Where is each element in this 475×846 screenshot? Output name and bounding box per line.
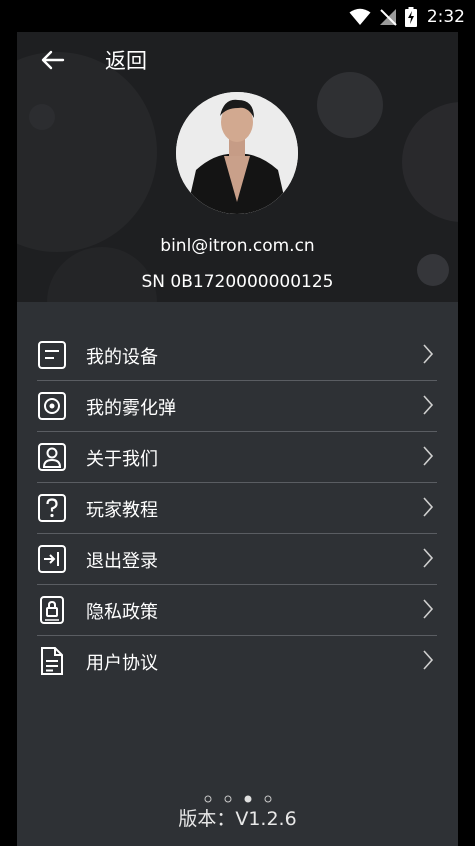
menu-item-about-us[interactable]: 关于我们	[37, 432, 437, 483]
menu-label: 我的设备	[86, 347, 158, 368]
agreement-icon	[41, 647, 63, 675]
avatar-photo	[176, 92, 298, 214]
menu-item-user-agreement[interactable]: 用户协议	[37, 636, 437, 686]
version-label: 版本：V1.2.6	[178, 808, 297, 830]
menu-label: 退出登录	[86, 551, 158, 572]
no-signal-icon	[379, 9, 397, 26]
status-time: 2:32	[426, 7, 465, 27]
help-icon	[38, 494, 66, 522]
device-icon	[38, 341, 66, 369]
profile-panel: 返回 binl@itron.com.cn SN 0B1720000000125 …	[17, 32, 458, 846]
menu-label: 玩家教程	[86, 500, 158, 521]
profile-header: 返回 binl@itron.com.cn SN 0B1720000000125	[17, 32, 458, 302]
about-icon	[38, 443, 66, 471]
menu-item-my-atomizer[interactable]: 我的雾化弹	[37, 381, 437, 432]
back-label[interactable]: 返回	[105, 45, 147, 75]
chevron-right-icon	[423, 497, 434, 517]
chevron-right-icon	[423, 650, 434, 670]
menu-item-player-tutorial[interactable]: 玩家教程	[37, 483, 437, 534]
logout-icon	[38, 545, 66, 573]
chevron-right-icon	[423, 395, 434, 415]
atomizer-icon	[38, 392, 66, 420]
menu-label: 关于我们	[86, 449, 158, 470]
menu-label: 我的雾化弹	[86, 398, 176, 419]
menu-item-privacy-policy[interactable]: 隐私政策	[37, 585, 437, 636]
privacy-icon	[40, 596, 64, 624]
user-email: binl@itron.com.cn	[160, 236, 315, 256]
decor-bubble	[29, 104, 55, 130]
back-button[interactable]	[35, 42, 71, 78]
chevron-right-icon	[423, 548, 434, 568]
wifi-icon	[349, 8, 371, 25]
decor-bubble	[317, 72, 383, 138]
chevron-right-icon	[423, 599, 434, 619]
status-bar: 2:32	[0, 0, 475, 32]
chevron-right-icon	[423, 446, 434, 466]
menu-label: 用户协议	[86, 653, 158, 674]
avatar[interactable]	[176, 92, 298, 214]
settings-menu: 我的设备 我的雾化弹 关于我们 玩家教程 退出登录 隐私政策 用户协议	[37, 330, 437, 686]
menu-item-logout[interactable]: 退出登录	[37, 534, 437, 585]
device-serial: SN 0B1720000000125	[141, 272, 334, 292]
decor-bubble	[17, 52, 157, 252]
decor-bubble	[402, 102, 458, 222]
menu-label: 隐私政策	[86, 602, 158, 623]
chevron-right-icon	[423, 344, 434, 364]
menu-item-my-device[interactable]: 我的设备	[37, 330, 437, 381]
battery-charging-icon	[404, 7, 417, 27]
arrow-left-icon	[41, 50, 65, 70]
